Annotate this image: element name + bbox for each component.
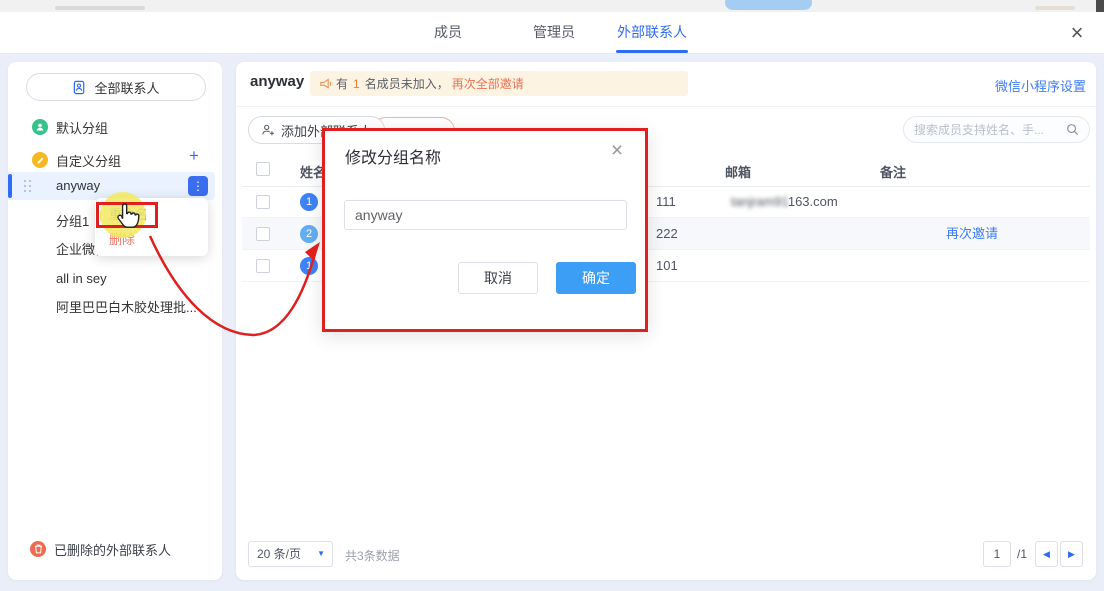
- context-menu-rename[interactable]: 重命名: [109, 206, 194, 224]
- member-phone: 101: [656, 250, 678, 282]
- avatar: 2: [300, 225, 318, 243]
- tab-admins[interactable]: 管理员: [524, 12, 584, 53]
- cancel-button[interactable]: 取消: [458, 262, 538, 294]
- page-number-input[interactable]: 1: [983, 541, 1011, 567]
- selected-indicator-bar: [8, 174, 12, 198]
- megaphone-icon: [319, 77, 333, 91]
- total-count-text: 共3条数据: [345, 547, 400, 564]
- sidebar-item-default-group[interactable]: 默认分组: [8, 116, 222, 138]
- group-context-menu: 重命名 删除: [95, 198, 208, 256]
- column-header-email: 邮箱: [725, 162, 751, 181]
- deleted-contacts-label: 已删除的外部联系人: [54, 540, 171, 559]
- row-checkbox[interactable]: [256, 227, 270, 241]
- banner-text: 名成员未加入，: [365, 75, 449, 92]
- divider: [236, 106, 1096, 107]
- confirm-button[interactable]: 确定: [556, 262, 636, 294]
- member-email: tanjram91163.com: [731, 186, 838, 218]
- sidebar-item-deleted-contacts[interactable]: 已删除的外部联系人: [8, 539, 222, 559]
- app-window: 成员 管理员 外部联系人 × 全部联系人 默认分组 自定义分组 +: [0, 0, 1104, 591]
- group-item-3[interactable]: all in sey: [8, 265, 215, 293]
- custom-group-label: 自定义分组: [56, 151, 121, 170]
- invite-all-link[interactable]: 再次全部邀请: [452, 75, 524, 92]
- contact-book-icon: [72, 80, 87, 95]
- page-size-value: 20 条/页: [257, 547, 301, 561]
- total-pages-text: /1: [1017, 547, 1027, 561]
- search-icon: [1066, 123, 1079, 136]
- browser-top-strip: [0, 0, 1104, 12]
- banner-count: 1: [353, 77, 360, 91]
- top-strip-artifact: [55, 6, 145, 10]
- email-domain: 163.com: [788, 194, 838, 209]
- group-item-anyway[interactable]: anyway ⋮: [8, 172, 215, 200]
- select-all-checkbox[interactable]: [256, 162, 270, 176]
- member-phone: 222: [656, 218, 678, 250]
- tab-bar: 成员 管理员 外部联系人 ×: [0, 12, 1104, 54]
- row-checkbox[interactable]: [256, 195, 270, 209]
- top-edge-button[interactable]: [725, 0, 812, 10]
- group-name: 阿里巴巴白木胶处理批...: [56, 300, 197, 315]
- row-checkbox[interactable]: [256, 259, 270, 273]
- add-group-button[interactable]: +: [184, 146, 204, 166]
- dialog-title: 修改分组名称: [345, 144, 441, 168]
- banner-text: 有: [336, 75, 348, 92]
- group-name: 分组1: [56, 214, 89, 229]
- group-name-input[interactable]: [344, 200, 627, 230]
- pencil-icon: [32, 152, 48, 168]
- wechat-miniprogram-settings-link[interactable]: 微信小程序设置: [995, 76, 1086, 95]
- drag-handle-icon[interactable]: [24, 180, 31, 192]
- trash-icon: [30, 541, 46, 557]
- member-phone: 111: [656, 186, 676, 218]
- default-group-label: 默认分组: [56, 118, 108, 137]
- group-name: anyway: [56, 178, 100, 193]
- sidebar: 全部联系人 默认分组 自定义分组 + anyway ⋮ 分组1: [8, 62, 222, 580]
- group-item-4[interactable]: 阿里巴巴白木胶处理批...: [8, 294, 215, 322]
- group-title: anyway: [250, 73, 304, 90]
- column-header-remark: 备注: [880, 162, 906, 181]
- all-contacts-label: 全部联系人: [94, 78, 159, 97]
- group-name: all in sey: [56, 271, 107, 286]
- reinvite-link[interactable]: 再次邀请: [946, 218, 998, 250]
- all-contacts-button[interactable]: 全部联系人: [26, 73, 206, 101]
- warning-banner: 有1 名成员未加入，再次全部邀请: [310, 71, 688, 96]
- prev-page-button[interactable]: ◀: [1035, 541, 1058, 567]
- group-more-icon[interactable]: ⋮: [188, 176, 208, 196]
- tab-external-contacts[interactable]: 外部联系人: [610, 12, 694, 53]
- chevron-down-icon: ▼: [317, 542, 325, 566]
- active-tab-indicator: [616, 50, 688, 53]
- context-menu-delete[interactable]: 删除: [109, 231, 194, 249]
- next-page-button[interactable]: ▶: [1060, 541, 1083, 567]
- avatar: 1: [300, 193, 318, 211]
- tab-members[interactable]: 成员: [420, 12, 476, 53]
- email-redacted: tanjram91: [731, 194, 788, 209]
- dialog-close-icon[interactable]: ×: [605, 139, 629, 163]
- search-input[interactable]: 搜索成员支持姓名、手...: [903, 116, 1090, 143]
- avatar: 1: [300, 257, 318, 275]
- person-add-icon: [261, 123, 275, 137]
- top-strip-artifact: [1035, 6, 1075, 10]
- person-icon: [32, 119, 48, 135]
- page-size-select[interactable]: 20 条/页 ▼: [248, 541, 333, 567]
- rename-group-dialog: 修改分组名称 × 取消 确定: [322, 128, 648, 332]
- window-corner: [1096, 0, 1104, 12]
- close-icon[interactable]: ×: [1064, 20, 1090, 46]
- search-placeholder: 搜索成员支持姓名、手...: [914, 121, 1066, 138]
